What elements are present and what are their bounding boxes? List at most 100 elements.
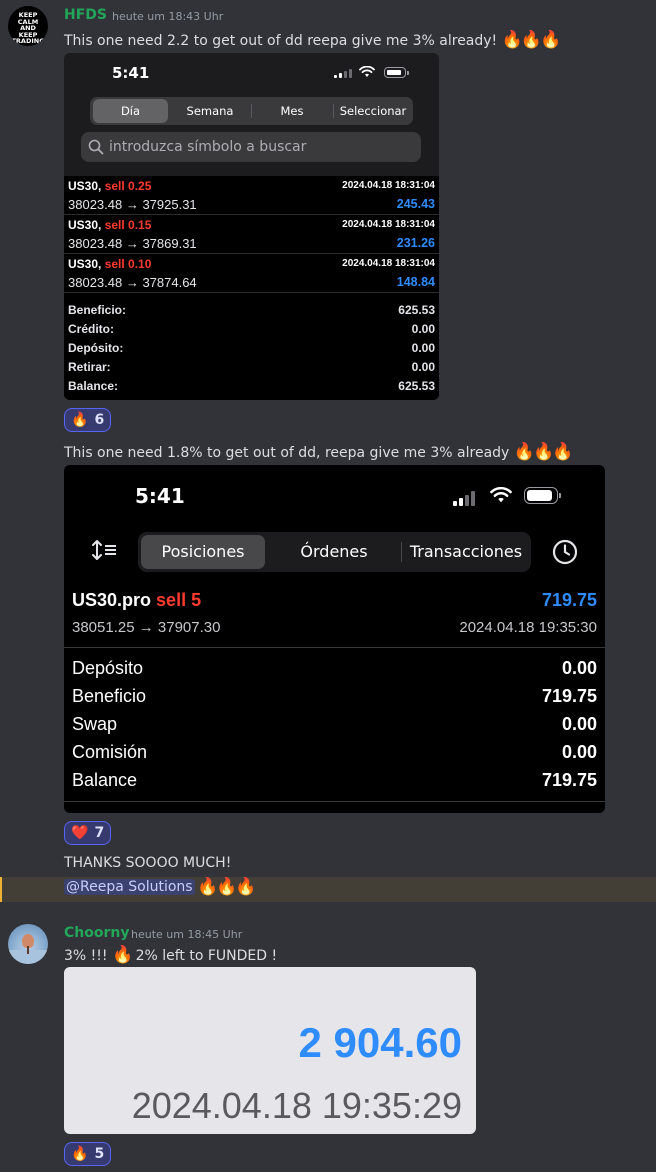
summary-label: Swap [72, 714, 118, 734]
summary-value: 625.53 [398, 379, 435, 393]
battery-icon [524, 487, 561, 504]
summary-value: 625.53 [398, 303, 435, 317]
tab-transacciones[interactable]: Transacciones [402, 532, 530, 572]
fire-emoji: 🔥 [71, 1146, 89, 1162]
summary-label: Retirar: [68, 360, 111, 374]
fire-emoji: 🔥🔥🔥 [501, 30, 561, 50]
trade-list: US30, sell 0.25 2024.04.18 18:31:04 3802… [64, 176, 439, 400]
trade-side: sell 0.15 [104, 218, 152, 232]
tab-posiciones[interactable]: Posiciones [141, 535, 265, 569]
reaction-fire[interactable]: 🔥 6 [64, 408, 112, 432]
trade-symbol: US30, sell 0.15 [68, 218, 151, 232]
balance-screenshot[interactable]: 2 904.60 2024.04.18 19:35:29 [64, 967, 476, 1134]
message-text: THANKS SOOOO MUCH! [64, 855, 232, 871]
avatar-choorny[interactable] [8, 924, 48, 964]
summary-label: Depósito: [68, 341, 124, 355]
reaction-count: 5 [94, 1146, 105, 1162]
tab-seleccionar[interactable]: Seleccionar [334, 97, 412, 125]
message-timestamp: heute um 18:43 Uhr [112, 10, 224, 23]
search-icon [88, 139, 104, 155]
trade-symbol: US30, sell 0.10 [68, 257, 151, 271]
tab-ordenes[interactable]: Órdenes [268, 532, 400, 572]
trade-datetime: 2024.04.18 18:31:04 [342, 219, 435, 230]
search-placeholder: introduzca símbolo a buscar [109, 139, 307, 155]
heart-emoji: ❤️ [71, 825, 89, 841]
summary-label: Depósito [72, 658, 144, 678]
trade-symbol: US30, sell 0.25 [68, 179, 151, 193]
avatar-line: TRADING [11, 37, 45, 45]
status-time: 5:41 [112, 64, 150, 82]
summary-value: 0.00 [411, 341, 435, 355]
summary-row-retirar: Retirar: 0.00 [64, 358, 439, 377]
symbol-text: US30, [68, 257, 102, 271]
tab-dia[interactable]: Día [93, 99, 168, 123]
summary-value: 0.00 [561, 658, 597, 678]
status-time: 5:41 [135, 484, 185, 508]
summary-row-comision: Comisión 0.00 [64, 740, 605, 768]
summary-row-beneficio: Beneficio: 625.53 [64, 301, 439, 320]
symbol-search-input[interactable]: introduzca símbolo a buscar [81, 132, 421, 162]
positions-screenshot[interactable]: 5:41 Posiciones Órdenes Transacciones US… [64, 465, 605, 813]
summary-value: 0.00 [411, 360, 435, 374]
summary-value: 0.00 [561, 742, 597, 762]
summary-label: Balance [72, 770, 138, 790]
message-text: This one need 2.2 to get out of dd reepa… [64, 30, 561, 50]
summary-label: Balance: [68, 379, 119, 393]
divider [64, 647, 605, 648]
clock-icon[interactable] [552, 539, 578, 565]
message-text: 3% !!! 🔥 2% left to FUNDED ! [64, 945, 277, 965]
symbol-text: US30.pro [72, 590, 152, 610]
fire-emoji-group: 🔥🔥🔥 [197, 877, 256, 897]
fire-emoji: 🔥🔥🔥 [197, 877, 256, 897]
position-prices: 38051.25 → 37907.30 [72, 619, 221, 636]
trade-side: sell 0.10 [104, 257, 152, 271]
symbol-text: US30, [68, 179, 102, 193]
author-name[interactable]: HFDS [64, 7, 107, 23]
summary-row-balance: Balance 719.75 [64, 768, 605, 796]
sort-icon[interactable] [92, 539, 118, 561]
trade-profit: 231.26 [396, 236, 435, 250]
user-mention[interactable]: @Reepa Solutions [64, 879, 195, 895]
period-segmented-control: Día Semana Mes Seleccionar [90, 97, 413, 125]
reaction-count: 7 [94, 825, 105, 841]
message-text-body: This one need 1.8% to get out of dd, ree… [64, 445, 510, 461]
trade-prices: 38023.48 → 37925.31 [68, 197, 197, 212]
summary-label: Crédito: [68, 322, 114, 336]
summary-value: 0.00 [561, 714, 597, 734]
message-text: This one need 1.8% to get out of dd, ree… [64, 442, 573, 462]
trade-datetime: 2024.04.18 18:31:04 [342, 258, 435, 269]
summary-label: Comisión [72, 742, 148, 762]
tab-semana[interactable]: Semana [170, 97, 250, 125]
position-symbol: US30.pro sell 5 [72, 590, 201, 611]
trade-datetime: 2024.04.18 18:31:04 [342, 180, 435, 191]
balance-amount: 2 904.60 [298, 1019, 463, 1066]
summary-label: Beneficio: [68, 303, 127, 317]
message-text-body: This one need 2.2 to get out of dd reepa… [64, 33, 498, 49]
symbol-text: US30, [68, 218, 102, 232]
summary-row-balance: Balance: 625.53 [64, 377, 439, 396]
reaction-fire[interactable]: 🔥 5 [64, 1142, 112, 1166]
divider [64, 801, 605, 802]
summary-row-credito: Crédito: 0.00 [64, 320, 439, 339]
fire-emoji: 🔥 [111, 945, 133, 965]
tab-mes[interactable]: Mes [252, 97, 332, 125]
author-name[interactable]: Choorny [64, 925, 129, 941]
wifi-icon [359, 66, 375, 77]
trade-prices: 38023.48 → 37869.31 [68, 236, 197, 251]
wifi-icon [490, 487, 512, 503]
positions-segmented-control: Posiciones Órdenes Transacciones [138, 532, 531, 572]
position-datetime: 2024.04.18 19:35:30 [459, 619, 597, 636]
fire-emoji: 🔥 [71, 412, 89, 428]
trade-row[interactable]: US30, sell 0.25 2024.04.18 18:31:04 3802… [64, 176, 439, 215]
position-profit: 719.75 [541, 590, 597, 610]
trade-prices: 38023.48 → 37874.64 [68, 275, 197, 290]
trade-side: sell 0.25 [104, 179, 152, 193]
summary-row-beneficio: Beneficio 719.75 [64, 684, 605, 712]
balance-datetime: 2024.04.18 19:35:29 [131, 1085, 462, 1126]
trade-history-screenshot[interactable]: 5:41 Día Semana Mes Seleccionar introduz… [64, 53, 439, 400]
reaction-heart[interactable]: ❤️ 7 [64, 821, 112, 845]
avatar-hfds[interactable]: KEEP CALM AND KEEP TRADING [8, 6, 48, 46]
trade-row[interactable]: US30, sell 0.10 2024.04.18 18:31:04 3802… [64, 254, 439, 293]
trade-row[interactable]: US30, sell 0.15 2024.04.18 18:31:04 3802… [64, 215, 439, 254]
reaction-count: 6 [94, 412, 105, 428]
